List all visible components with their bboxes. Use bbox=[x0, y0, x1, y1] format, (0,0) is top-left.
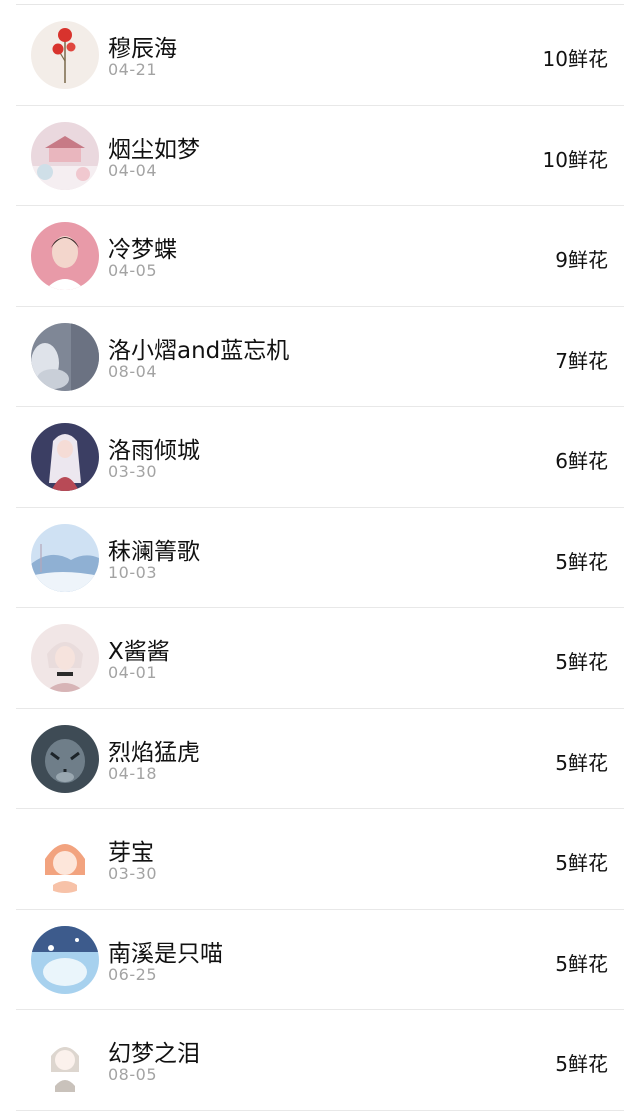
tiger-icon bbox=[31, 724, 99, 793]
avatar[interactable] bbox=[31, 925, 99, 994]
date: 04-18 bbox=[108, 763, 157, 783]
date: 10-03 bbox=[108, 562, 157, 582]
fantasy-scene-icon bbox=[31, 925, 99, 994]
flower-count: 7鲜花 bbox=[555, 348, 608, 373]
flower-count: 6鲜花 bbox=[555, 449, 608, 473]
avatar[interactable] bbox=[31, 724, 99, 793]
user-name: 南溪是只喵 bbox=[108, 940, 223, 967]
user-name: 洛小熠and蓝忘机 bbox=[108, 337, 290, 364]
date: 03-30 bbox=[108, 864, 157, 883]
avatar[interactable] bbox=[31, 1026, 99, 1094]
chibi-girl-icon bbox=[31, 1026, 99, 1094]
date: 04-05 bbox=[108, 261, 157, 280]
flower-count: 9鲜花 bbox=[555, 248, 608, 272]
list-item[interactable]: 洛小熠and蓝忘机 08-04 7鲜花 bbox=[16, 307, 624, 407]
avatar[interactable] bbox=[31, 624, 99, 692]
user-name: 洛雨倾城 bbox=[108, 438, 200, 464]
user-name: 烈焰猛虎 bbox=[108, 739, 200, 766]
list-item[interactable]: 烈焰猛虎 04-18 5鲜花 bbox=[16, 709, 624, 809]
anime-boy-icon bbox=[31, 624, 99, 692]
anime-girl-icon bbox=[31, 423, 99, 491]
user-name: 冷梦蝶 bbox=[108, 237, 177, 263]
user-name: 芽宝 bbox=[108, 840, 154, 866]
avatar[interactable] bbox=[31, 423, 99, 491]
list-item[interactable]: X酱酱 04-01 5鲜花 bbox=[16, 608, 624, 709]
pavilion-icon bbox=[31, 121, 99, 190]
flower-count: 5鲜花 bbox=[555, 750, 608, 775]
snow-landscape-icon bbox=[31, 523, 99, 592]
flower-ranking-list: 穆辰海 04-21 10鲜花 烟尘如梦 04-04 10鲜花 冷梦蝶 04-05… bbox=[0, 5, 640, 1111]
user-name: 烟尘如梦 bbox=[108, 136, 200, 163]
date: 04-01 bbox=[108, 663, 157, 682]
user-name: 穆辰海 bbox=[108, 36, 177, 62]
avatar[interactable] bbox=[31, 322, 99, 391]
portrait-man-icon bbox=[31, 222, 99, 290]
user-name: X酱酱 bbox=[108, 639, 170, 665]
list-item[interactable]: 冷梦蝶 04-05 9鲜花 bbox=[16, 206, 624, 307]
flower-count: 5鲜花 bbox=[555, 951, 608, 976]
list-item[interactable]: 洛雨倾城 03-30 6鲜花 bbox=[16, 407, 624, 508]
avatar[interactable] bbox=[31, 222, 99, 290]
list-item[interactable]: 秣澜箐歌 10-03 5鲜花 bbox=[16, 508, 624, 608]
avatar[interactable] bbox=[31, 825, 99, 893]
flower-count: 10鲜花 bbox=[542, 47, 608, 71]
avatar[interactable] bbox=[31, 121, 99, 190]
flower-count: 5鲜花 bbox=[555, 1052, 608, 1076]
date: 04-04 bbox=[108, 160, 157, 180]
cartoon-girl-icon bbox=[31, 825, 99, 893]
red-spider-lily-icon bbox=[31, 21, 99, 89]
flower-count: 5鲜花 bbox=[555, 650, 608, 674]
date: 08-04 bbox=[108, 361, 157, 381]
list-item[interactable]: 南溪是只喵 06-25 5鲜花 bbox=[16, 910, 624, 1010]
list-item[interactable]: 芽宝 03-30 5鲜花 bbox=[16, 809, 624, 910]
user-name: 幻梦之泪 bbox=[108, 1041, 200, 1067]
flower-count: 5鲜花 bbox=[555, 549, 608, 574]
cloudy-figure-icon bbox=[31, 322, 99, 391]
flower-count: 10鲜花 bbox=[542, 147, 608, 172]
user-name: 秣澜箐歌 bbox=[108, 538, 200, 565]
date: 08-05 bbox=[108, 1065, 157, 1084]
date: 03-30 bbox=[108, 462, 157, 481]
list-item[interactable]: 穆辰海 04-21 10鲜花 bbox=[16, 5, 624, 106]
date: 04-21 bbox=[108, 60, 157, 79]
avatar[interactable] bbox=[31, 523, 99, 592]
list-item[interactable]: 烟尘如梦 04-04 10鲜花 bbox=[16, 106, 624, 206]
avatar[interactable] bbox=[31, 21, 99, 89]
date: 06-25 bbox=[108, 964, 157, 984]
list-item[interactable]: 幻梦之泪 08-05 5鲜花 bbox=[16, 1010, 624, 1111]
flower-count: 5鲜花 bbox=[555, 851, 608, 875]
